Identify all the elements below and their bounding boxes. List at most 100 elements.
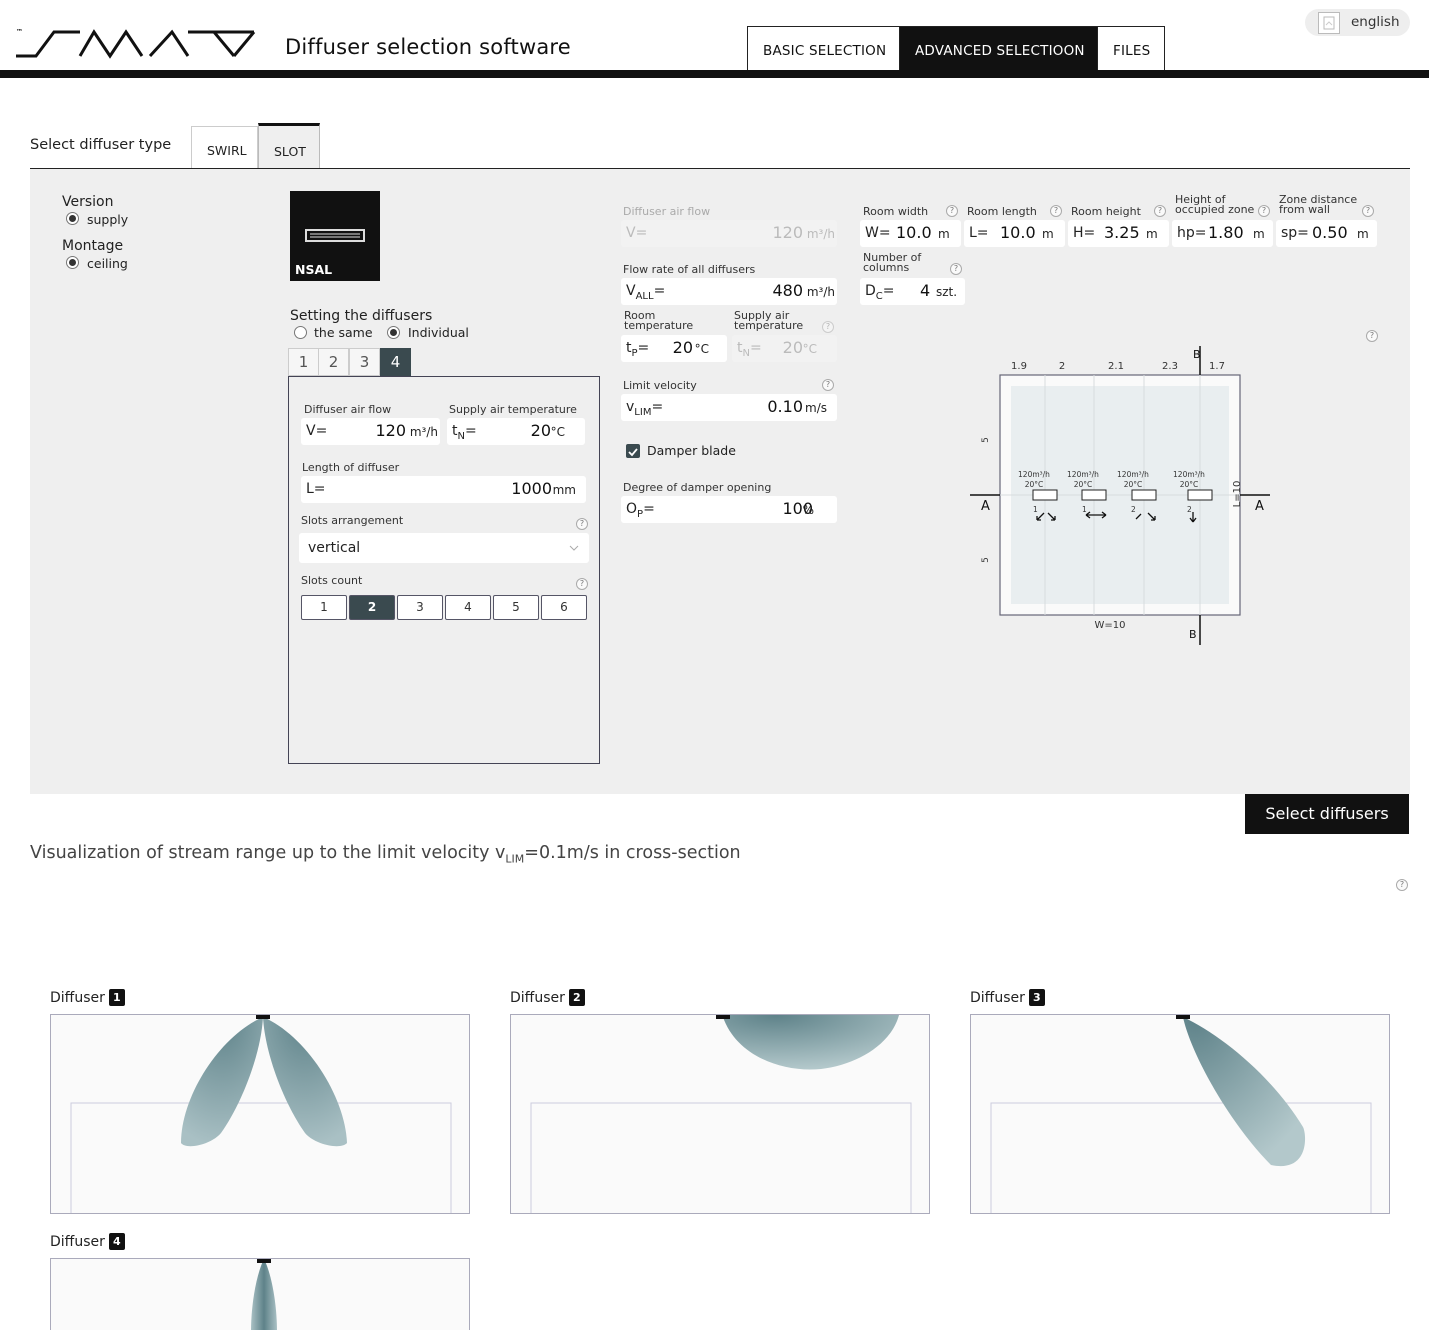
diffuser-tab-4[interactable]: 4: [380, 348, 411, 376]
room-temp-label: Room temperature: [624, 309, 694, 332]
occupied-zone-value: 1.80: [1208, 223, 1244, 242]
plan-diffuser-temp: 20°C: [1180, 480, 1199, 489]
help-icon[interactable]: ?: [1154, 205, 1166, 217]
diffuser-tab-2[interactable]: 2: [318, 348, 349, 376]
diffuser-3-visualization: [970, 1014, 1390, 1214]
diffuser-1-visualization: [50, 1014, 470, 1214]
global-supply-temp-label: Supply air temperature: [734, 309, 804, 332]
room-plan: 1.9 2 2.1 2.3 1.7 B B A A W=10 L=10 5 5 …: [970, 346, 1270, 645]
flow-all-field: VALL= 480 m³/h: [621, 278, 837, 305]
slots-count-2[interactable]: 2: [349, 595, 395, 620]
diffuser-air-flow-field[interactable]: V= 120 m³/h: [301, 418, 440, 445]
supply-temp-unit: °C: [550, 425, 565, 439]
diffuser-title-label: Diffuser: [970, 990, 1025, 1006]
plan-col-dim-3: 2.1: [1108, 361, 1124, 372]
tab-advanced-selection[interactable]: ADVANCED SELECTIOON: [899, 26, 1101, 72]
visualization-title: Visualization of stream range up to the …: [30, 843, 741, 866]
damper-opening-field[interactable]: OP= 100 %: [621, 496, 837, 523]
length-field[interactable]: L= 1000 mm: [301, 476, 586, 503]
slots-count-1[interactable]: 1: [301, 595, 347, 620]
limit-velocity-field[interactable]: vLIM= 0.10 m/s: [621, 394, 837, 421]
language-selector[interactable]: english: [1305, 9, 1410, 36]
damper-blade-checkbox[interactable]: [626, 444, 640, 458]
zone-distance-field[interactable]: sp= 0.50 m: [1276, 220, 1377, 247]
room-width-value: 10.0: [896, 223, 932, 242]
room-height-value: 3.25: [1104, 223, 1140, 242]
plan-section-a-right: A: [1255, 499, 1264, 514]
room-temp-field[interactable]: tP= 20 °C: [621, 335, 727, 362]
flow-all-label: Flow rate of all diffusers: [623, 263, 756, 276]
help-icon[interactable]: ?: [576, 578, 588, 590]
slots-count-3[interactable]: 3: [397, 595, 443, 620]
slots-count-4[interactable]: 4: [445, 595, 491, 620]
help-icon[interactable]: ?: [1362, 205, 1374, 217]
limit-velocity-prefix: vLIM=: [626, 399, 664, 418]
supply-temp-value: 20: [530, 421, 551, 440]
setting-same-label: the same: [314, 325, 373, 340]
length-label: Length of diffuser: [302, 461, 400, 474]
plan-side-top: 5: [981, 437, 991, 443]
help-icon[interactable]: ?: [1050, 205, 1062, 217]
help-icon[interactable]: ?: [576, 518, 588, 530]
product-tile[interactable]: NSAL: [290, 191, 380, 281]
room-length-prefix: L=: [969, 225, 989, 241]
plan-diffuser-flow: 120m³/h: [1018, 470, 1050, 479]
help-icon[interactable]: ?: [1258, 205, 1270, 217]
global-air-flow-label: Diffuser air flow: [623, 205, 711, 218]
diffuser-tab-1[interactable]: 1: [288, 348, 319, 376]
select-diffusers-button[interactable]: Select diffusers: [1245, 794, 1409, 834]
diffuser-air-flow-label: Diffuser air flow: [304, 403, 392, 416]
help-icon[interactable]: ?: [1396, 879, 1408, 891]
room-width-prefix: W=: [865, 225, 891, 241]
plan-col-dim-4: 2.3: [1162, 361, 1178, 372]
columns-prefix: DC=: [865, 283, 895, 302]
help-icon[interactable]: ?: [950, 263, 962, 275]
columns-field[interactable]: DC= 4 szt.: [860, 278, 965, 305]
diffuser-tab-3[interactable]: 3: [349, 348, 380, 376]
diffuser-3-title: Diffuser 3: [970, 989, 1045, 1006]
room-width-field[interactable]: W= 10.0 m: [860, 220, 961, 247]
global-air-flow-value: 120: [772, 223, 803, 242]
header-divider: [0, 70, 1429, 78]
occupied-zone-label: Height of occupied zone: [1175, 193, 1255, 216]
tab-files[interactable]: FILES: [1097, 26, 1165, 72]
room-length-unit: m: [1042, 227, 1054, 241]
language-label: english: [1351, 14, 1400, 30]
version-supply-radio[interactable]: [66, 212, 79, 225]
plan-diffuser-temp: 20°C: [1074, 480, 1093, 489]
montage-ceiling-radio[interactable]: [66, 256, 79, 269]
help-icon[interactable]: ?: [822, 379, 834, 391]
room-height-label: Room height: [1071, 205, 1141, 218]
plan-diffuser-slots: 1: [1082, 505, 1087, 514]
version-supply-label: supply: [87, 212, 129, 227]
setting-individual-radio[interactable]: [387, 326, 400, 339]
slots-arrangement-select[interactable]: vertical: [299, 533, 589, 563]
help-icon[interactable]: ?: [946, 205, 958, 217]
length-value: 1000: [511, 479, 552, 498]
room-length-field[interactable]: L= 10.0 m: [964, 220, 1065, 247]
montage-label: Montage: [62, 238, 124, 254]
slots-count-5[interactable]: 5: [493, 595, 539, 620]
stream-plot: [70, 1015, 452, 1213]
diffuser-supply-temp-field[interactable]: tN= 20 °C: [447, 418, 585, 445]
tab-basic-selection[interactable]: BASIC SELECTION: [747, 26, 903, 72]
length-unit: mm: [552, 483, 576, 497]
setting-individual-label: Individual: [408, 325, 469, 340]
room-height-field[interactable]: H= 3.25 m: [1068, 220, 1169, 247]
flow-all-value: 480: [772, 281, 803, 300]
tab-swirl[interactable]: SWIRL: [191, 126, 258, 169]
help-icon[interactable]: ?: [822, 321, 834, 333]
setting-same-radio[interactable]: [294, 326, 307, 339]
smay-logo[interactable]: [14, 28, 256, 60]
tab-slot[interactable]: SLOT: [258, 123, 320, 169]
air-flow-unit: m³/h: [409, 425, 438, 439]
air-flow-prefix: V=: [306, 423, 328, 439]
occupied-zone-field[interactable]: hp= 1.80 m: [1172, 220, 1273, 247]
damper-opening-unit: %: [802, 503, 814, 517]
plan-col-dim-1: 1.9: [1011, 361, 1027, 372]
diffuser-4-title: Diffuser 4: [50, 1233, 125, 1250]
diffuser-2-title: Diffuser 2: [510, 989, 585, 1006]
limit-velocity-unit: m/s: [805, 401, 827, 415]
help-icon[interactable]: ?: [1366, 330, 1378, 342]
slots-count-6[interactable]: 6: [541, 595, 587, 620]
